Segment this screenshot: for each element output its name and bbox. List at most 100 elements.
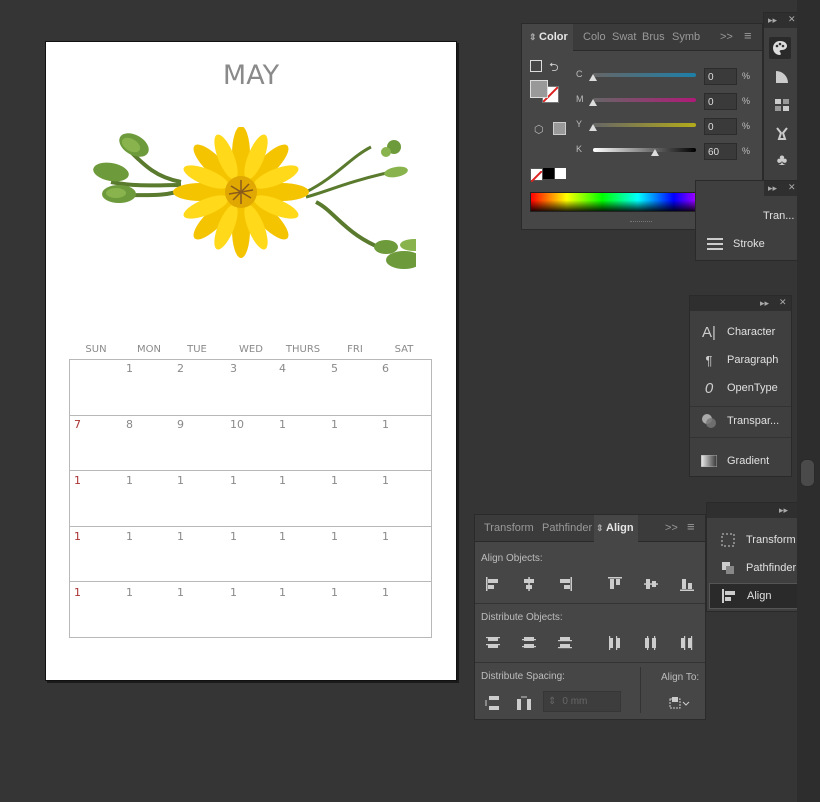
dock-divider xyxy=(690,437,791,438)
transform-icon xyxy=(717,533,739,547)
channel-value-input[interactable]: 0 xyxy=(704,93,737,110)
tab-color[interactable]: ⇕ Color xyxy=(529,31,568,43)
distribute-right-icon[interactable] xyxy=(676,632,698,654)
dock-item-align[interactable]: Align xyxy=(709,583,807,609)
color-palette-icon[interactable] xyxy=(769,37,791,59)
slider-thumb[interactable] xyxy=(650,149,659,156)
web-color-swatch[interactable] xyxy=(553,122,566,135)
dock-item-opentype[interactable]: 0 OpenType xyxy=(690,374,791,402)
channel-label: K xyxy=(576,144,583,154)
spacing-input[interactable]: ⇕ 0 mm xyxy=(543,691,621,712)
tab-color-guide[interactable]: Colo xyxy=(583,31,606,43)
collapse-icon[interactable]: ▸▸ xyxy=(760,298,769,309)
color-guide-icon[interactable] xyxy=(771,66,793,88)
dock-item-transparency[interactable]: Transpar... xyxy=(690,407,791,435)
distribute-vertical-center-icon[interactable] xyxy=(518,632,540,654)
channel-value-input[interactable]: 60 xyxy=(704,143,737,160)
slider-thumb[interactable] xyxy=(589,74,597,81)
distribute-bottom-icon[interactable] xyxy=(554,632,576,654)
default-colors-icon[interactable] xyxy=(530,60,542,72)
panel-expand-button[interactable]: >> xyxy=(720,31,733,43)
section-divider xyxy=(475,603,705,604)
out-of-gamut-icon[interactable]: ⬡ xyxy=(534,123,544,136)
close-icon[interactable]: ✕ xyxy=(779,297,787,308)
align-bottom-icon[interactable] xyxy=(676,573,698,595)
vertical-distribute-space-icon[interactable] xyxy=(481,692,503,714)
none-swatch[interactable] xyxy=(530,168,543,183)
channel-slider[interactable] xyxy=(593,148,696,152)
fill-swatch[interactable] xyxy=(530,80,548,98)
dock-item-label: Gradient xyxy=(727,455,770,467)
black-swatch[interactable] xyxy=(543,168,554,179)
dock-header: ▸▸ ✕ xyxy=(764,181,799,196)
tab-swatches[interactable]: Swat xyxy=(612,31,636,43)
tab-symbols[interactable]: Symb xyxy=(672,31,700,43)
dock-item-label: Stroke xyxy=(733,238,765,250)
channel-value-input[interactable]: 0 xyxy=(704,118,737,135)
close-icon[interactable]: ✕ xyxy=(788,182,796,193)
calendar-day-cell: 1 xyxy=(382,530,389,543)
align-left-icon[interactable] xyxy=(482,573,504,595)
weekday-header: SUN xyxy=(85,344,107,355)
percent-unit: % xyxy=(742,121,751,131)
align-vertical-center-icon[interactable] xyxy=(640,573,662,595)
dock-item-transform[interactable]: Transform xyxy=(709,526,807,554)
dock-item-label: OpenType xyxy=(727,382,778,394)
swap-colors-icon[interactable]: ⮌ xyxy=(549,58,559,79)
symbols-icon[interactable]: ♣ xyxy=(771,150,793,172)
weekday-header: WED xyxy=(239,344,263,355)
dock-item-character[interactable]: A| Character xyxy=(690,318,791,346)
calendar-day-cell: 4 xyxy=(279,362,286,375)
distribute-top-icon[interactable] xyxy=(482,632,504,654)
calendar-day-cell: 1 xyxy=(74,586,81,599)
collapse-icon[interactable]: ▸▸ xyxy=(768,15,777,26)
section-divider xyxy=(640,667,641,713)
distribute-horizontal-center-icon[interactable] xyxy=(640,632,662,654)
slider-thumb[interactable] xyxy=(589,99,597,106)
align-horizontal-center-icon[interactable] xyxy=(518,573,540,595)
calendar-day-cell: 1 xyxy=(74,474,81,487)
slider-thumb[interactable] xyxy=(589,124,597,131)
dock-scroll-thumb[interactable] xyxy=(800,459,815,487)
panel-expand-button[interactable]: >> xyxy=(665,522,678,534)
dock-item-stroke[interactable]: Stroke xyxy=(696,230,799,258)
channel-slider[interactable] xyxy=(593,123,696,127)
brushes-icon[interactable] xyxy=(771,122,793,144)
horizontal-distribute-space-icon[interactable] xyxy=(513,692,535,714)
panel-menu-icon[interactable]: ≡ xyxy=(687,519,695,534)
calendar-day-cell: 1 xyxy=(382,586,389,599)
distribute-left-icon[interactable] xyxy=(604,632,626,654)
align-right-icon[interactable] xyxy=(554,573,576,595)
channel-value-input[interactable]: 0 xyxy=(704,68,737,85)
channel-slider[interactable] xyxy=(593,73,696,77)
swatches-icon[interactable] xyxy=(771,94,793,116)
collapse-icon[interactable]: ▸▸ xyxy=(768,183,777,194)
color-panel-tabs: ⇕ Color Colo Swat Brus Symb >> ≡ xyxy=(522,24,762,51)
tab-align[interactable]: ⇕ Align xyxy=(596,522,634,534)
tab-brushes[interactable]: Brus xyxy=(642,31,665,43)
tab-pathfinder[interactable]: Pathfinder xyxy=(542,522,592,534)
panel-resize-grip[interactable] xyxy=(630,221,652,225)
collapse-icon[interactable]: ▸▸ xyxy=(779,505,788,516)
tab-transform[interactable]: Transform xyxy=(484,522,534,534)
weekday-header: FRI xyxy=(347,344,363,355)
panel-menu-icon[interactable]: ≡ xyxy=(744,28,752,43)
calendar-day-cell: 7 xyxy=(74,418,81,431)
channel-label: Y xyxy=(576,119,583,129)
align-to-selection-dropdown[interactable] xyxy=(668,692,690,714)
artboard-canvas[interactable]: MAY SUN MON TUE WED THURS FRI SAT 1 2 3 … xyxy=(45,41,457,681)
grid-divider xyxy=(70,415,431,416)
grid-divider xyxy=(70,581,431,582)
channel-slider[interactable] xyxy=(593,98,696,102)
dock-scroll-track[interactable] xyxy=(797,0,820,802)
opentype-icon: 0 xyxy=(704,379,714,397)
align-top-icon[interactable] xyxy=(604,573,626,595)
transparency-icon xyxy=(698,413,720,429)
close-icon[interactable]: ✕ xyxy=(788,14,796,25)
dock-item-gradient[interactable]: Gradient xyxy=(690,447,791,475)
dock-item-transform[interactable]: Tran... xyxy=(696,202,799,230)
paragraph-icon: ¶ xyxy=(705,352,713,368)
dock-item-pathfinder[interactable]: Pathfinder xyxy=(709,554,807,582)
dock-item-paragraph[interactable]: ¶ Paragraph xyxy=(690,346,791,374)
white-swatch[interactable] xyxy=(555,168,566,179)
